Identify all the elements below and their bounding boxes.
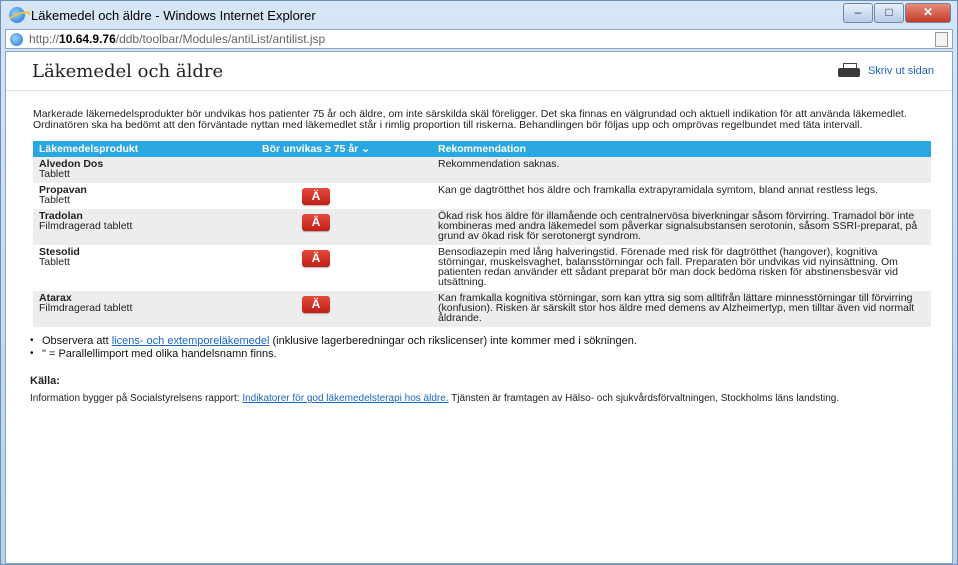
warning-icon: Ä (302, 214, 330, 231)
col-header-avoid[interactable]: Bör unvikas ≥ 75 år ⌄ (200, 141, 432, 157)
maximize-button[interactable]: □ (874, 3, 904, 23)
license-link[interactable]: licens- och extemporeläkemedel (112, 335, 270, 347)
product-cell: Tradolan Filmdragerad tablett (33, 209, 200, 245)
product-cell: Stesolid Tablett (33, 245, 200, 291)
source-pre: Information bygger på Socialstyrelsens r… (30, 393, 243, 404)
product-form: Tablett (39, 256, 70, 268)
source-section: Källa: Information bygger på Socialstyre… (30, 375, 930, 405)
product-cell: Propavan Tablett (33, 183, 200, 209)
warning-icon: Ä (302, 188, 330, 205)
table-body: Alvedon Dos Tablett Rekommendation sakna… (33, 157, 931, 327)
url-path: /ddb/toolbar/Modules/antiList/antilist.j… (115, 32, 326, 46)
title-bar: Läkemedel och äldre - Windows Internet E… (1, 1, 957, 29)
address-bar[interactable]: http://10.64.9.76/ddb/toolbar/Modules/an… (5, 29, 953, 49)
table-header-row: Läkemedelsprodukt Bör unvikas ≥ 75 år ⌄ … (33, 141, 931, 157)
table-row: Propavan Tablett Ä Kan ge dagtrötthet ho… (33, 183, 931, 209)
window-title: Läkemedel och äldre - Windows Internet E… (31, 7, 316, 23)
window-controls: – □ ✕ (842, 3, 951, 23)
table-row: Stesolid Tablett Ä Bensodiazepin med lån… (33, 245, 931, 291)
intro-text: Markerade läkemedelsprodukter bör undvik… (33, 108, 907, 131)
document-icon[interactable] (935, 32, 948, 47)
avoid-cell (200, 157, 432, 183)
avoid-cell: Ä (200, 183, 432, 209)
warning-icon: Ä (302, 250, 330, 267)
url-prefix: http:// (29, 32, 60, 46)
url-text[interactable]: http://10.64.9.76/ddb/toolbar/Modules/an… (29, 32, 325, 46)
recommendation-text: Rekommendation saknas. (432, 157, 931, 183)
page-title: Läkemedel och äldre (32, 60, 224, 82)
table-row: Tradolan Filmdragerad tablett Ä Ökad ris… (33, 209, 931, 245)
note-license-post: (inklusive lagerberedningar och rikslice… (269, 335, 637, 347)
page-header: Läkemedel och äldre Skriv ut sidan (6, 52, 952, 91)
source-title: Källa: (30, 375, 60, 387)
report-link[interactable]: Indikatorer för god läkemedelsterapi hos… (242, 393, 448, 404)
minimize-button[interactable]: – (843, 3, 873, 23)
avoid-cell: Ä (200, 291, 432, 327)
avoid-cell: Ä (200, 245, 432, 291)
print-label[interactable]: Skriv ut sidan (868, 65, 934, 77)
product-form: Tablett (39, 168, 70, 180)
note-parallel-import: " = Parallellimport med olika handelsnam… (30, 348, 952, 360)
close-button[interactable]: ✕ (905, 3, 951, 23)
product-form: Filmdragerad tablett (39, 220, 133, 232)
notes-list: Observera att licens- och extemporeläkem… (30, 335, 952, 360)
recommendation-text: Bensodiazepin med lång halveringstid. Fö… (438, 246, 898, 288)
source-post: Tjänsten är framtagen av Hälso- och sjuk… (448, 393, 840, 404)
source-text: Information bygger på Socialstyrelsens r… (30, 393, 930, 404)
product-cell: Alvedon Dos Tablett (33, 157, 200, 183)
product-cell: Atarax Filmdragerad tablett (33, 291, 200, 327)
recommendation-text: Ökad risk hos äldre för illamående och c… (432, 209, 931, 245)
drug-table: Läkemedelsprodukt Bör unvikas ≥ 75 år ⌄ … (33, 141, 931, 327)
note-license-pre: Observera att (42, 335, 112, 347)
table-row: Alvedon Dos Tablett Rekommendation sakna… (33, 157, 931, 183)
browser-window: Läkemedel och äldre - Windows Internet E… (0, 0, 958, 565)
product-form: Tablett (39, 194, 70, 206)
avoid-cell: Ä (200, 209, 432, 245)
col-header-product[interactable]: Läkemedelsprodukt (33, 141, 200, 157)
warning-icon: Ä (302, 296, 330, 313)
recommendation-text: Kan ge dagtrötthet hos äldre och framkal… (438, 184, 879, 196)
page-content: Läkemedel och äldre Skriv ut sidan Marke… (5, 51, 953, 564)
page-icon (10, 32, 23, 46)
printer-icon[interactable] (837, 63, 860, 79)
note-license: Observera att licens- och extemporeläkem… (30, 335, 952, 347)
print-page-link[interactable]: Skriv ut sidan (837, 63, 934, 79)
table-row: Atarax Filmdragerad tablett Ä Kan framka… (33, 291, 931, 327)
recommendation-text: Kan framkalla kognitiva störningar, som … (432, 291, 931, 327)
col-header-recommendation[interactable]: Rekommendation (432, 141, 931, 157)
product-form: Filmdragerad tablett (39, 302, 133, 314)
internet-explorer-icon (9, 7, 25, 23)
url-host: 10.64.9.76 (59, 32, 116, 46)
